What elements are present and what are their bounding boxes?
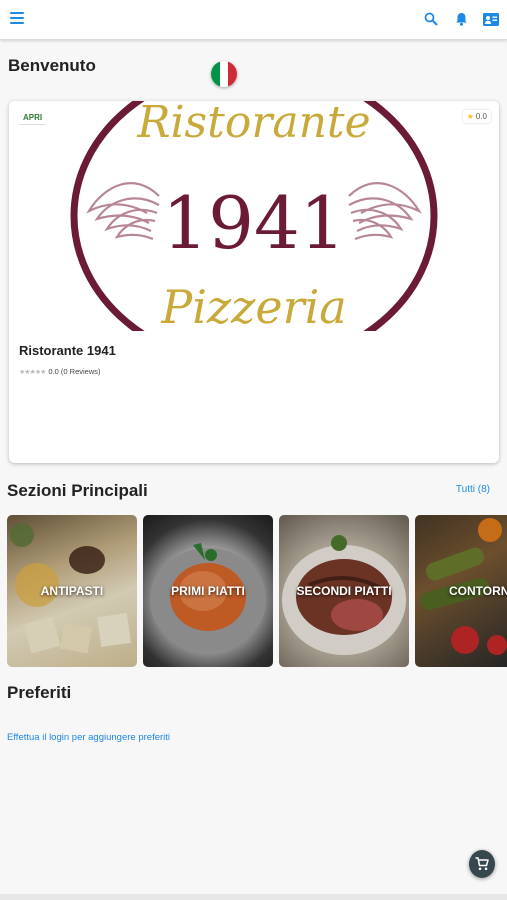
search-icon[interactable]: [423, 11, 439, 27]
restaurant-logo: Ristorante 1941 Pizzeria: [9, 101, 499, 331]
category-label: PRIMI PIATTI: [171, 584, 245, 598]
open-status-badge: APRI: [19, 111, 47, 125]
star-icon: ★: [466, 112, 474, 121]
category-card[interactable]: CONTORNI: [415, 515, 507, 667]
logo-top-text: Ristorante: [136, 101, 370, 148]
appbar-actions: [423, 11, 499, 27]
category-label: CONTORNI: [449, 584, 507, 598]
category-card[interactable]: SECONDI PIATTI: [279, 515, 409, 667]
restaurant-card[interactable]: Ristorante 1941 Pizzeria APRI ★ 0.0 Risto…: [9, 101, 499, 463]
login-prompt-link[interactable]: Effettua il login per aggiungere preferi…: [7, 732, 170, 743]
rating-stars-icon: ★★★★★: [19, 368, 46, 376]
contact-card-icon[interactable]: [483, 11, 499, 27]
see-all-link[interactable]: Tutti (8): [456, 484, 490, 495]
favorites-title: Preferiti: [7, 683, 72, 702]
restaurant-name: Ristorante 1941: [19, 343, 116, 358]
category-card[interactable]: ANTIPASTI: [7, 515, 137, 667]
cart-button[interactable]: [469, 850, 495, 878]
rating-value: 0.0: [475, 112, 487, 121]
category-card[interactable]: PRIMI PIATTI: [143, 515, 273, 667]
reviews-text: 0.0 (0 Reviews): [48, 367, 101, 376]
review-summary: ★★★★★ 0.0 (0 Reviews): [19, 367, 101, 376]
sections-title: Sezioni Principali: [7, 481, 148, 500]
italian-flag-icon[interactable]: [211, 61, 237, 87]
logo-number-text: 1941: [162, 181, 345, 265]
bell-icon[interactable]: [453, 11, 469, 27]
category-label: ANTIPASTI: [40, 584, 104, 598]
logo-bottom-text: Pizzeria: [160, 280, 346, 331]
app-bar: [0, 0, 507, 40]
cart-icon: [475, 857, 489, 871]
category-carousel[interactable]: ANTIPASTI PRIMI PIATTI SECONDI PIATTI CO…: [7, 515, 507, 667]
bottom-edge: [0, 894, 507, 900]
menu-icon[interactable]: [10, 12, 24, 26]
welcome-title: Benvenuto: [8, 56, 96, 75]
category-label: SECONDI PIATTI: [296, 584, 392, 598]
rating-badge: ★ 0.0: [462, 110, 491, 123]
